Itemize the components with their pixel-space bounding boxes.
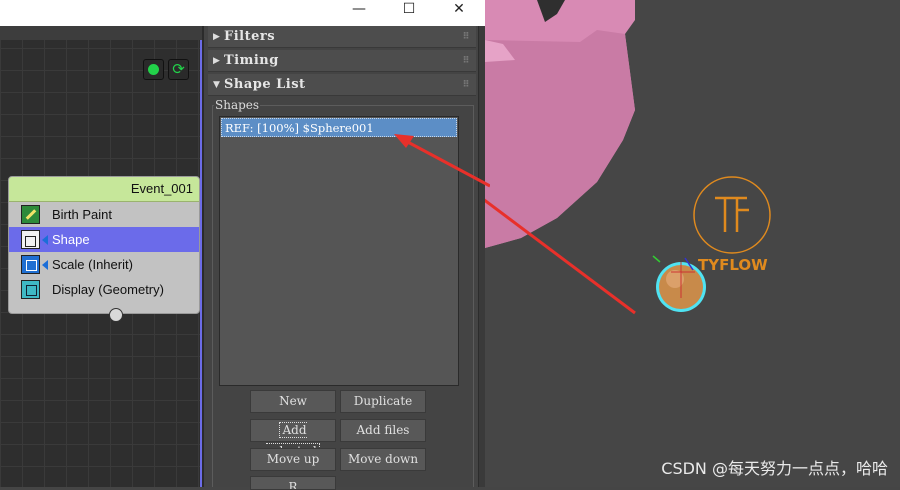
new-button[interactable]: New — [250, 390, 336, 413]
operator-label: Birth Paint — [52, 207, 112, 222]
flow-editor-window: ⟳ Event_001 Birth Paint Shape Scale (Inh… — [0, 0, 204, 487]
rollout-label: Shape List — [224, 77, 306, 92]
shape-list-item[interactable]: REF: [100%] $Sphere001 — [221, 118, 457, 137]
rollout-timing[interactable]: ▶ Timing ⠿ — [208, 50, 476, 72]
grip-icon: ⠿ — [462, 80, 470, 90]
operator-birth-paint[interactable]: Birth Paint — [9, 202, 199, 227]
operator-active-marker — [42, 235, 48, 245]
move-up-button[interactable]: Move up — [250, 448, 336, 471]
maximize-button[interactable]: ☐ — [384, 0, 434, 20]
rollout-label: Filters — [224, 29, 276, 44]
duplicate-button[interactable]: Duplicate — [340, 390, 426, 413]
collapsed-arrow-icon: ▶ — [213, 32, 221, 42]
operator-label: Scale (Inherit) — [52, 257, 133, 272]
operator-active-marker — [42, 260, 48, 270]
scale-icon — [21, 255, 40, 274]
flow-canvas-header-strip — [0, 26, 202, 40]
tyflow-logo-icon[interactable]: TYFLOW — [693, 176, 771, 274]
birth-paint-icon — [21, 205, 40, 224]
watermark-text: CSDN @每天努力一点点，哈哈 — [661, 459, 888, 478]
operator-label: Display (Geometry) — [52, 282, 164, 297]
shapes-group-label: Shapes — [214, 98, 261, 112]
record-icon[interactable] — [143, 59, 164, 80]
rollout-shape-list[interactable]: ▼ Shape List ⠿ — [208, 74, 476, 96]
add-files-button[interactable]: Add files — [340, 419, 426, 442]
remove-button[interactable]: R — [250, 476, 336, 490]
operator-display-geometry[interactable]: Display (Geometry) — [9, 277, 199, 302]
move-down-button[interactable]: Move down — [340, 448, 426, 471]
teapot-object[interactable] — [485, 0, 635, 248]
close-button[interactable]: ✕ — [434, 0, 484, 20]
add-selected-button[interactable]: Add selected — [250, 419, 336, 459]
refresh-icon[interactable]: ⟳ — [168, 59, 189, 80]
grip-icon: ⠿ — [462, 32, 470, 42]
viewport-scene: TYFLOW — [485, 0, 771, 315]
event-node[interactable]: Event_001 Birth Paint Shape Scale (Inher… — [8, 176, 200, 314]
rollout-label: Timing — [224, 53, 279, 68]
viewport-3d[interactable]: TYFLOW CSDN @每天努力一点点，哈哈 — [485, 0, 900, 487]
rollout-filters[interactable]: ▶ Filters ⠿ — [208, 26, 476, 48]
event-output-connector[interactable] — [109, 308, 123, 322]
panel-scrollbar[interactable] — [478, 26, 485, 487]
event-title[interactable]: Event_001 — [9, 177, 199, 202]
grip-icon: ⠿ — [462, 56, 470, 66]
operator-settings-panel: ▶ Filters ⠿ ▶ Timing ⠿ ▼ Shape List ⠿ Sh… — [204, 26, 480, 490]
tyflow-logo-text: TYFLOW — [698, 256, 768, 274]
expanded-arrow-icon: ▼ — [213, 80, 221, 90]
display-icon — [21, 280, 40, 299]
shape-icon — [21, 230, 40, 249]
window-titlebar: — ☐ ✕ — [0, 0, 485, 26]
operator-scale-inherit[interactable]: Scale (Inherit) — [9, 252, 199, 277]
operator-label: Shape — [52, 232, 90, 247]
minimize-button[interactable]: — — [334, 0, 384, 20]
operator-shape[interactable]: Shape — [9, 227, 199, 252]
collapsed-arrow-icon: ▶ — [213, 56, 221, 66]
shape-list[interactable]: REF: [100%] $Sphere001 — [219, 116, 459, 386]
